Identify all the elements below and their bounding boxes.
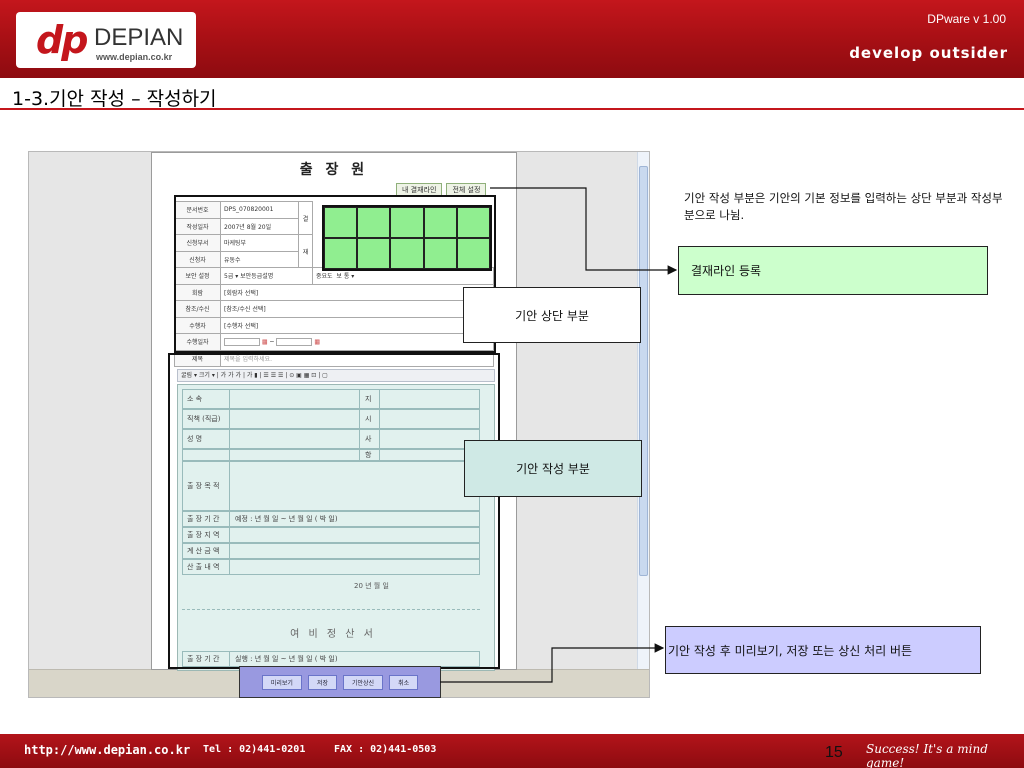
write-part-callout: 기안 작성 부분 bbox=[464, 440, 642, 497]
scrollbar-thumb[interactable] bbox=[639, 166, 648, 576]
footer-slogan: Success! It's a mind game! bbox=[866, 742, 988, 768]
cancel-button[interactable]: 취소 bbox=[389, 674, 419, 690]
vertical-scrollbar[interactable] bbox=[637, 152, 649, 670]
logo-mark: dp bbox=[36, 18, 88, 62]
document-title: 출 장 원 bbox=[299, 162, 369, 178]
submit-button[interactable]: 기안상신 bbox=[343, 674, 384, 690]
write-part-outline bbox=[168, 353, 500, 669]
footer-bar: http://www.depian.co.kr Tel : 02)441-020… bbox=[0, 734, 1024, 768]
slide-title: 1-3.기안 작성 – 작성하기 bbox=[12, 88, 217, 110]
save-button[interactable]: 저장 bbox=[307, 674, 337, 690]
footer-url: http://www.depian.co.kr bbox=[24, 743, 191, 757]
tagline: develop outsider bbox=[849, 44, 1008, 62]
page-number: 15 bbox=[825, 744, 843, 761]
action-buttons-callout: 기안 작성 후 미리보기, 저장 또는 상신 처리 버튼 bbox=[665, 626, 981, 674]
description-text: 기안 작성 부분은 기안의 기본 정보를 입력하는 상단 부분과 작성부분으로 … bbox=[684, 191, 1003, 222]
top-part-outline bbox=[174, 195, 496, 353]
footer-fax: FAX : 02)441-0503 bbox=[334, 744, 437, 755]
title-divider bbox=[0, 108, 1024, 110]
logo-word: DEPIAN bbox=[94, 24, 184, 51]
slide: dp DEPIAN www.depian.co.kr DPware v 1.00… bbox=[0, 0, 1024, 768]
footer-tel: Tel : 02)441-0201 bbox=[203, 744, 306, 755]
screenshot-frame: 출 장 원 내 결재라인 전체 설정 문서번호 DPS_070820001 결 … bbox=[28, 151, 650, 698]
action-bar: 미리보기 저장 기안상신 취소 bbox=[239, 666, 441, 698]
document-page: 출 장 원 내 결재라인 전체 설정 문서번호 DPS_070820001 결 … bbox=[151, 152, 517, 671]
logo-url: www.depian.co.kr bbox=[96, 52, 173, 62]
version-label: DPware v 1.00 bbox=[927, 12, 1006, 26]
top-part-callout: 기안 상단 부분 bbox=[463, 287, 641, 343]
header-bar: dp DEPIAN www.depian.co.kr DPware v 1.00… bbox=[0, 0, 1024, 78]
depian-logo: dp DEPIAN www.depian.co.kr bbox=[16, 12, 196, 68]
approval-line-callout: 결재라인 등록 bbox=[678, 246, 988, 295]
preview-button[interactable]: 미리보기 bbox=[261, 674, 302, 690]
